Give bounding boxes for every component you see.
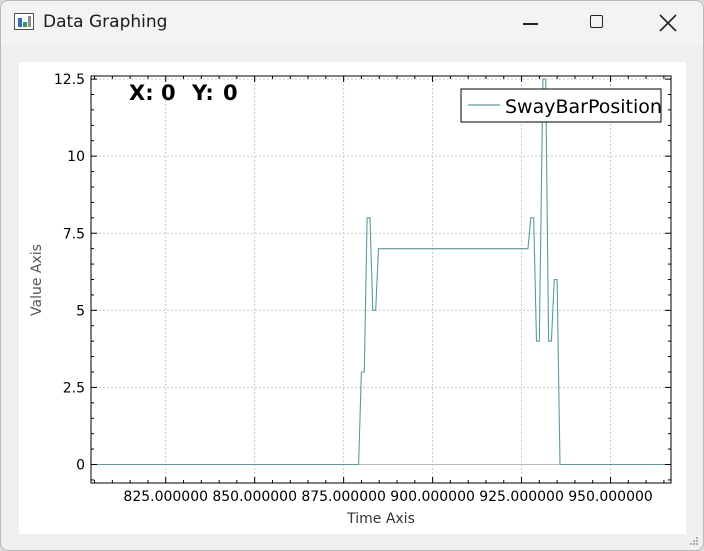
app-window: Data Graphing 825.000000 850.000000 875.00… bbox=[0, 0, 704, 551]
y-tick-label: 2.5 bbox=[63, 380, 85, 396]
legend-label: SwayBarPosition bbox=[505, 96, 662, 118]
y-axis-label: Value Axis bbox=[29, 244, 45, 316]
x-tick-labels: 825.000000 850.000000 875.000000 900.000000… bbox=[123, 489, 652, 505]
chart-area[interactable]: 825.000000 850.000000 875.000000 900.000000… bbox=[19, 62, 686, 534]
title-bar[interactable]: Data Graphing bbox=[1, 1, 703, 45]
window-title: Data Graphing bbox=[43, 12, 168, 32]
y-tick-label: 0 bbox=[76, 458, 85, 474]
readout-y-label: Y: bbox=[191, 81, 214, 105]
grid bbox=[91, 76, 671, 483]
x-tick-label: 850.000000 bbox=[212, 489, 297, 505]
readout-x-label: X: bbox=[129, 81, 154, 105]
plot-frame bbox=[90, 75, 672, 484]
coordinate-readout: X: 0 Y: 0 bbox=[129, 81, 238, 105]
x-axis-label: Time Axis bbox=[346, 511, 415, 527]
close-button[interactable] bbox=[645, 1, 691, 45]
y-tick-label: 7.5 bbox=[63, 226, 85, 242]
x-tick-label: 925.000000 bbox=[479, 489, 564, 505]
y-tick-label: 12.5 bbox=[54, 72, 85, 88]
x-tick-label: 900.000000 bbox=[390, 489, 475, 505]
x-tick-label: 875.000000 bbox=[301, 489, 386, 505]
readout-x-value: 0 bbox=[161, 81, 176, 105]
close-icon bbox=[659, 14, 677, 32]
series-line-swaybarposition bbox=[91, 78, 671, 466]
line-chart[interactable]: 825.000000 850.000000 875.000000 900.000000… bbox=[19, 62, 686, 534]
x-tick-label: 825.000000 bbox=[123, 489, 208, 505]
minimize-icon bbox=[523, 23, 538, 25]
readout-y-value: 0 bbox=[223, 81, 238, 105]
maximize-button[interactable] bbox=[574, 1, 620, 45]
series-layer bbox=[91, 78, 671, 466]
ticks bbox=[91, 76, 671, 483]
x-tick-label: 950.000000 bbox=[568, 489, 653, 505]
chart-app-icon bbox=[14, 13, 34, 30]
maximize-icon bbox=[590, 15, 603, 28]
y-tick-labels: 0 2.5 5 7.5 10 12.5 bbox=[54, 72, 85, 473]
y-tick-label: 5 bbox=[76, 303, 85, 319]
resize-grip-icon[interactable] bbox=[689, 536, 699, 546]
y-tick-label: 10 bbox=[67, 149, 85, 165]
minimize-button[interactable] bbox=[507, 1, 553, 45]
legend[interactable]: SwayBarPosition bbox=[460, 88, 662, 123]
